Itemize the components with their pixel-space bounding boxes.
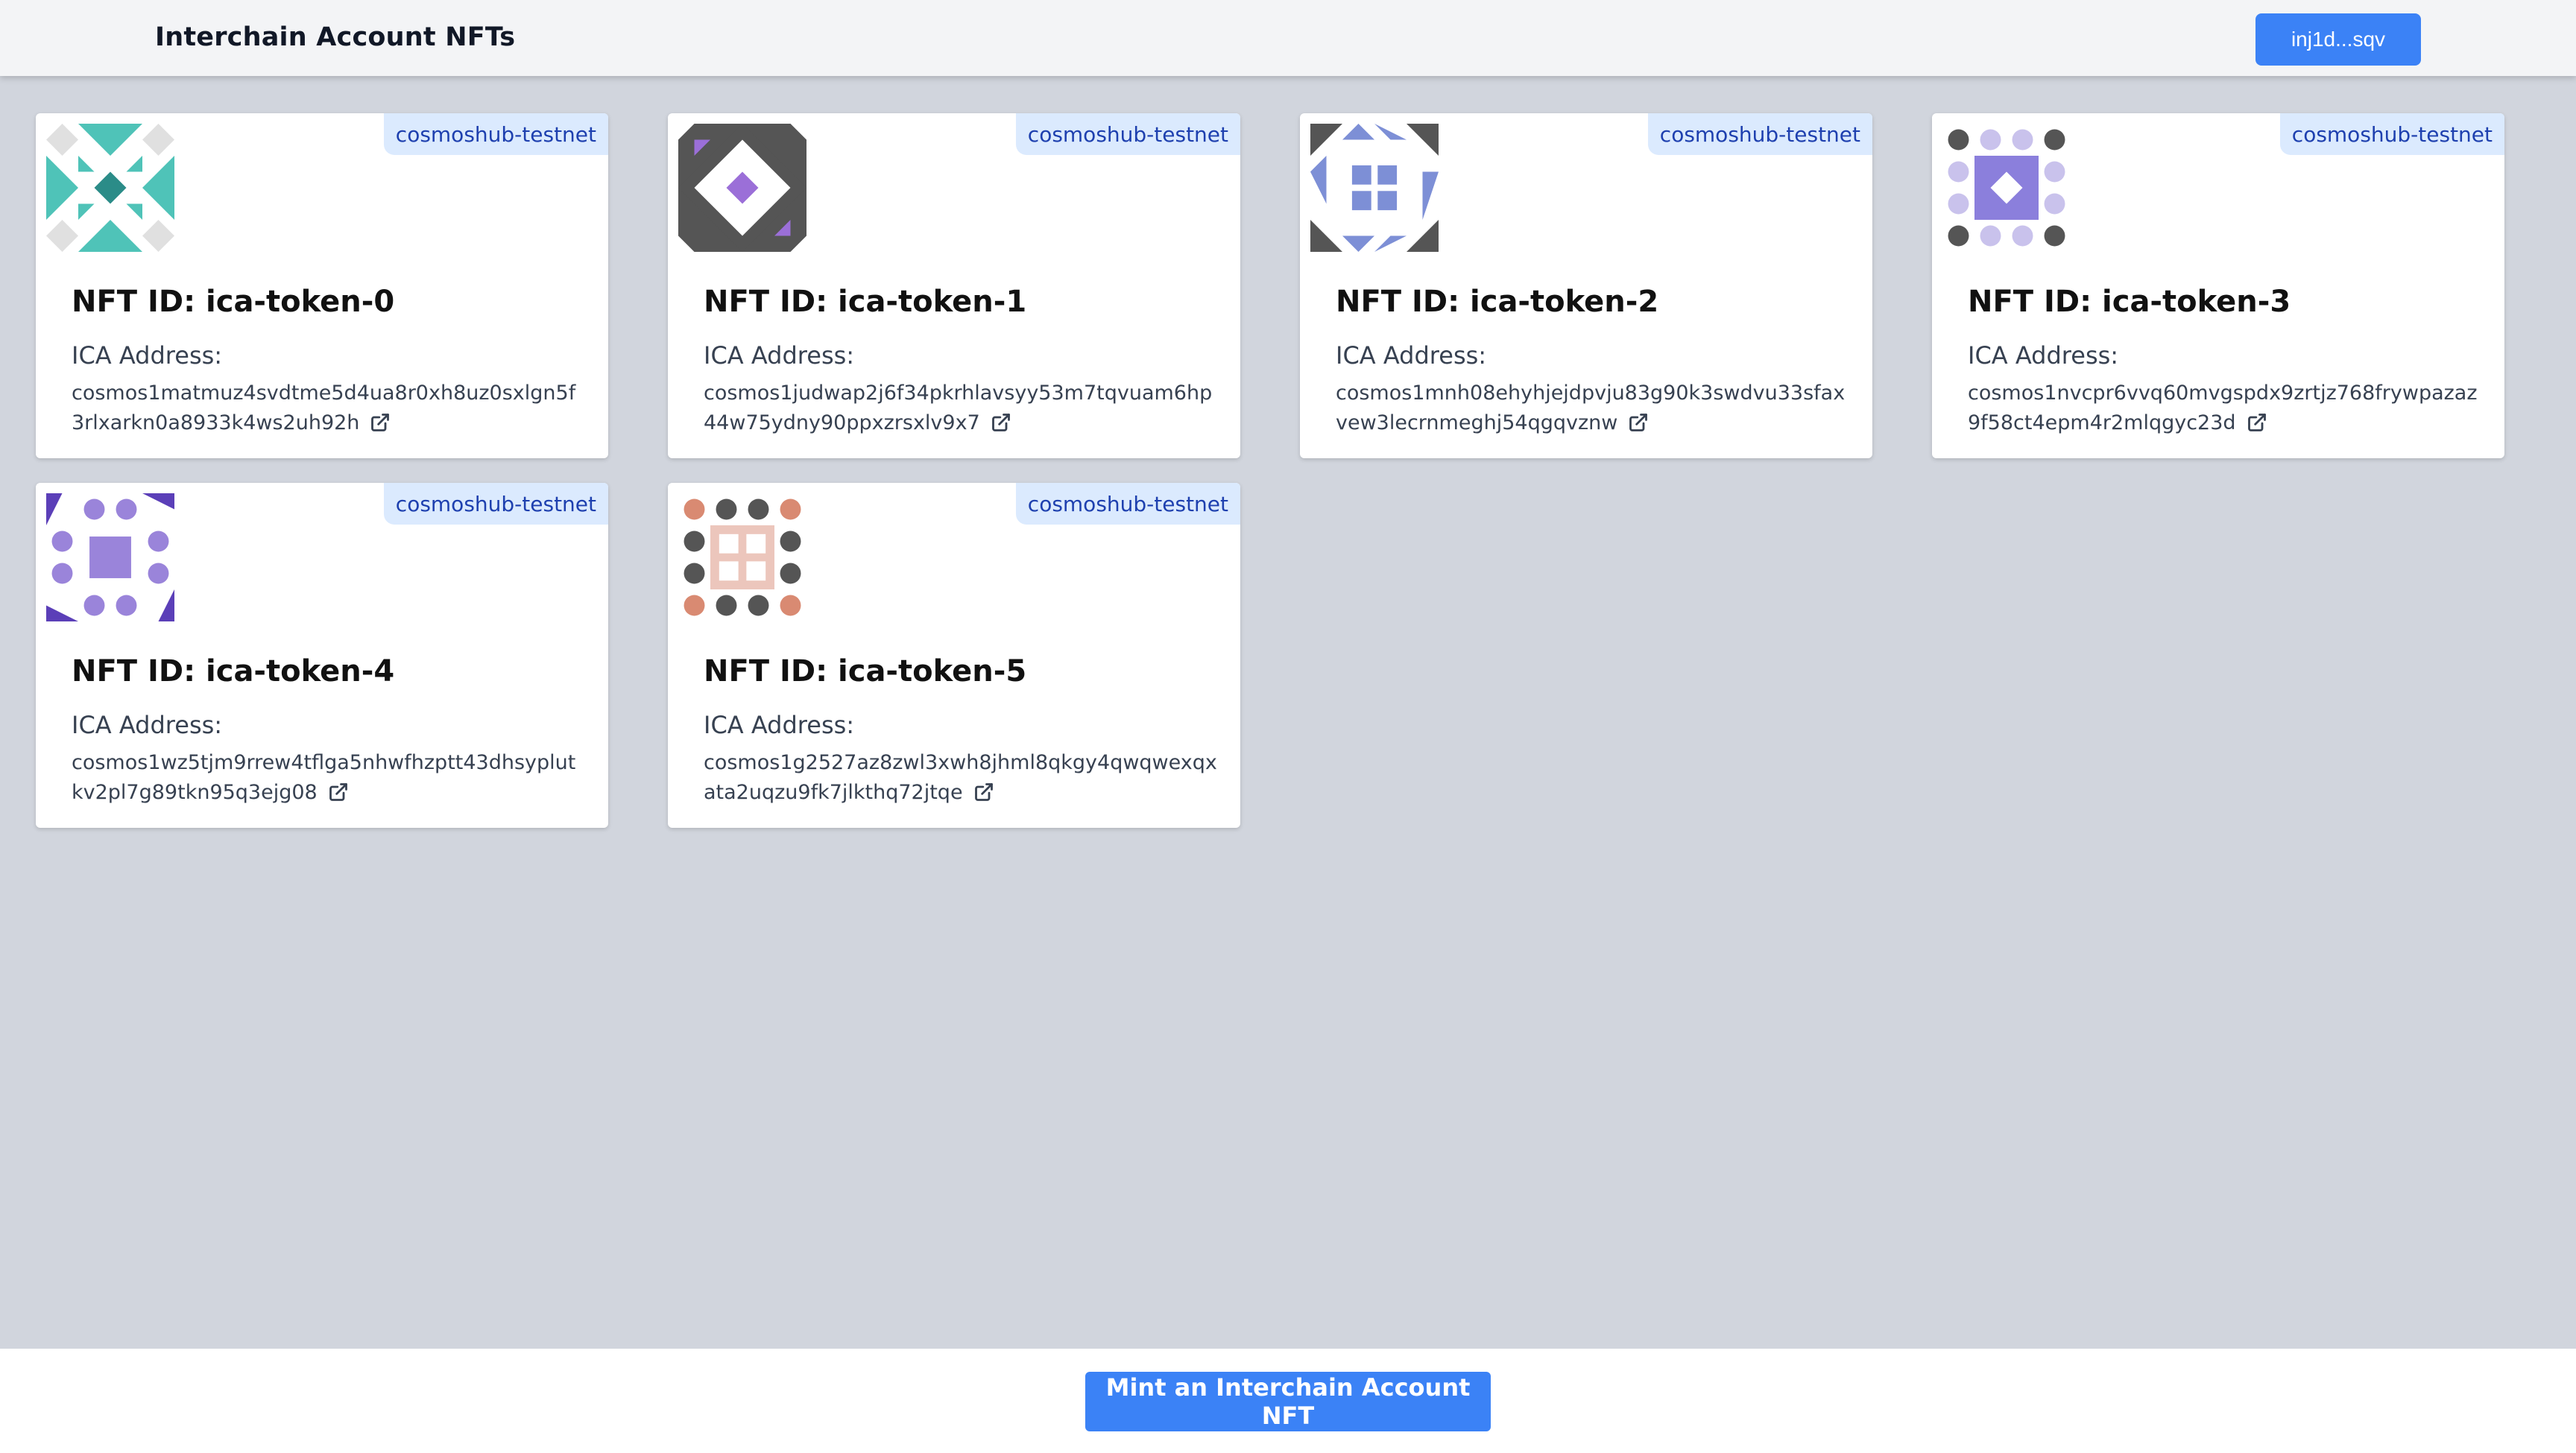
ica-address: cosmos1judwap2j6f34pkrhlavsyy53m7tqvuam6… — [704, 379, 1218, 438]
ica-address: cosmos1nvcpr6vvq60mvgspdx9zrtjz768frywpa… — [1968, 379, 2482, 438]
nft-id: NFT ID: ica-token-2 — [1336, 285, 1659, 319]
nft-identicon — [46, 124, 174, 252]
nft-identicon — [678, 493, 806, 621]
ica-address-label: ICA Address: — [1968, 341, 2119, 370]
ica-address: cosmos1matmuz4svdtme5d4ua8r0xh8uz0sxlgn5… — [72, 379, 586, 438]
nft-identicon — [678, 124, 806, 252]
ica-address-value: cosmos1wz5tjm9rrew4tflga5nhwfhzptt43dhsy… — [72, 751, 576, 804]
chain-badge: cosmoshub-testnet — [383, 483, 608, 525]
ica-address: cosmos1wz5tjm9rrew4tflga5nhwfhzptt43dhsy… — [72, 748, 586, 808]
nft-id: NFT ID: ica-token-3 — [1968, 285, 2291, 319]
chain-badge: cosmoshub-testnet — [1015, 483, 1240, 525]
app-header: Interchain Account NFTs inj1d...sqv — [0, 0, 2576, 76]
nft-card: cosmoshub-testnet NFT ID: ica-token-3 IC… — [1932, 113, 2504, 458]
ica-address-label: ICA Address: — [704, 711, 855, 739]
nft-id: NFT ID: ica-token-4 — [72, 654, 395, 688]
footer-bar: Mint an Interchain Account NFT — [0, 1349, 2576, 1453]
ica-address-value: cosmos1nvcpr6vvq60mvgspdx9zrtjz768frywpa… — [1968, 382, 2478, 434]
ica-address-label: ICA Address: — [704, 341, 855, 370]
nft-identicon — [1310, 124, 1439, 252]
nft-card: cosmoshub-testnet NFT ID: ica-token-0 IC… — [36, 113, 608, 458]
external-link-icon[interactable] — [1628, 412, 1649, 433]
chain-badge: cosmoshub-testnet — [2279, 113, 2504, 155]
page-title: Interchain Account NFTs — [155, 22, 516, 52]
ica-address-value: cosmos1matmuz4svdtme5d4ua8r0xh8uz0sxlgn5… — [72, 382, 576, 434]
external-link-icon[interactable] — [991, 412, 1011, 433]
ica-address-label: ICA Address: — [72, 711, 223, 739]
ica-address-label: ICA Address: — [1336, 341, 1487, 370]
external-link-icon[interactable] — [973, 782, 994, 803]
external-link-icon[interactable] — [370, 412, 391, 433]
nft-card: cosmoshub-testnet NFT ID: ica-token-5 IC… — [668, 483, 1240, 828]
nft-card: cosmoshub-testnet NFT ID: ica-token-2 IC… — [1300, 113, 1872, 458]
external-link-icon[interactable] — [328, 782, 349, 803]
chain-badge: cosmoshub-testnet — [1015, 113, 1240, 155]
nft-id: NFT ID: ica-token-5 — [704, 654, 1027, 688]
nft-identicon — [1942, 124, 2071, 252]
nft-card: cosmoshub-testnet NFT ID: ica-token-4 IC… — [36, 483, 608, 828]
mint-nft-button[interactable]: Mint an Interchain Account NFT — [1085, 1372, 1491, 1431]
nft-id: NFT ID: ica-token-0 — [72, 285, 395, 319]
ica-address-label: ICA Address: — [72, 341, 223, 370]
chain-badge: cosmoshub-testnet — [383, 113, 608, 155]
ica-address-value: cosmos1mnh08ehyhjejdpvju83g90k3swdvu33sf… — [1336, 382, 1846, 434]
chain-badge: cosmoshub-testnet — [1647, 113, 1872, 155]
ica-address: cosmos1mnh08ehyhjejdpvju83g90k3swdvu33sf… — [1336, 379, 1850, 438]
wallet-address-button[interactable]: inj1d...sqv — [2255, 13, 2421, 66]
nft-id: NFT ID: ica-token-1 — [704, 285, 1027, 319]
ica-address-value: cosmos1judwap2j6f34pkrhlavsyy53m7tqvuam6… — [704, 382, 1213, 434]
external-link-icon[interactable] — [2247, 412, 2267, 433]
nft-identicon — [46, 493, 174, 621]
ica-address-value: cosmos1g2527az8zwl3xwh8jhml8qkgy4qwqwexq… — [704, 751, 1217, 804]
ica-address: cosmos1g2527az8zwl3xwh8jhml8qkgy4qwqwexq… — [704, 748, 1218, 808]
nft-card: cosmoshub-testnet NFT ID: ica-token-1 IC… — [668, 113, 1240, 458]
